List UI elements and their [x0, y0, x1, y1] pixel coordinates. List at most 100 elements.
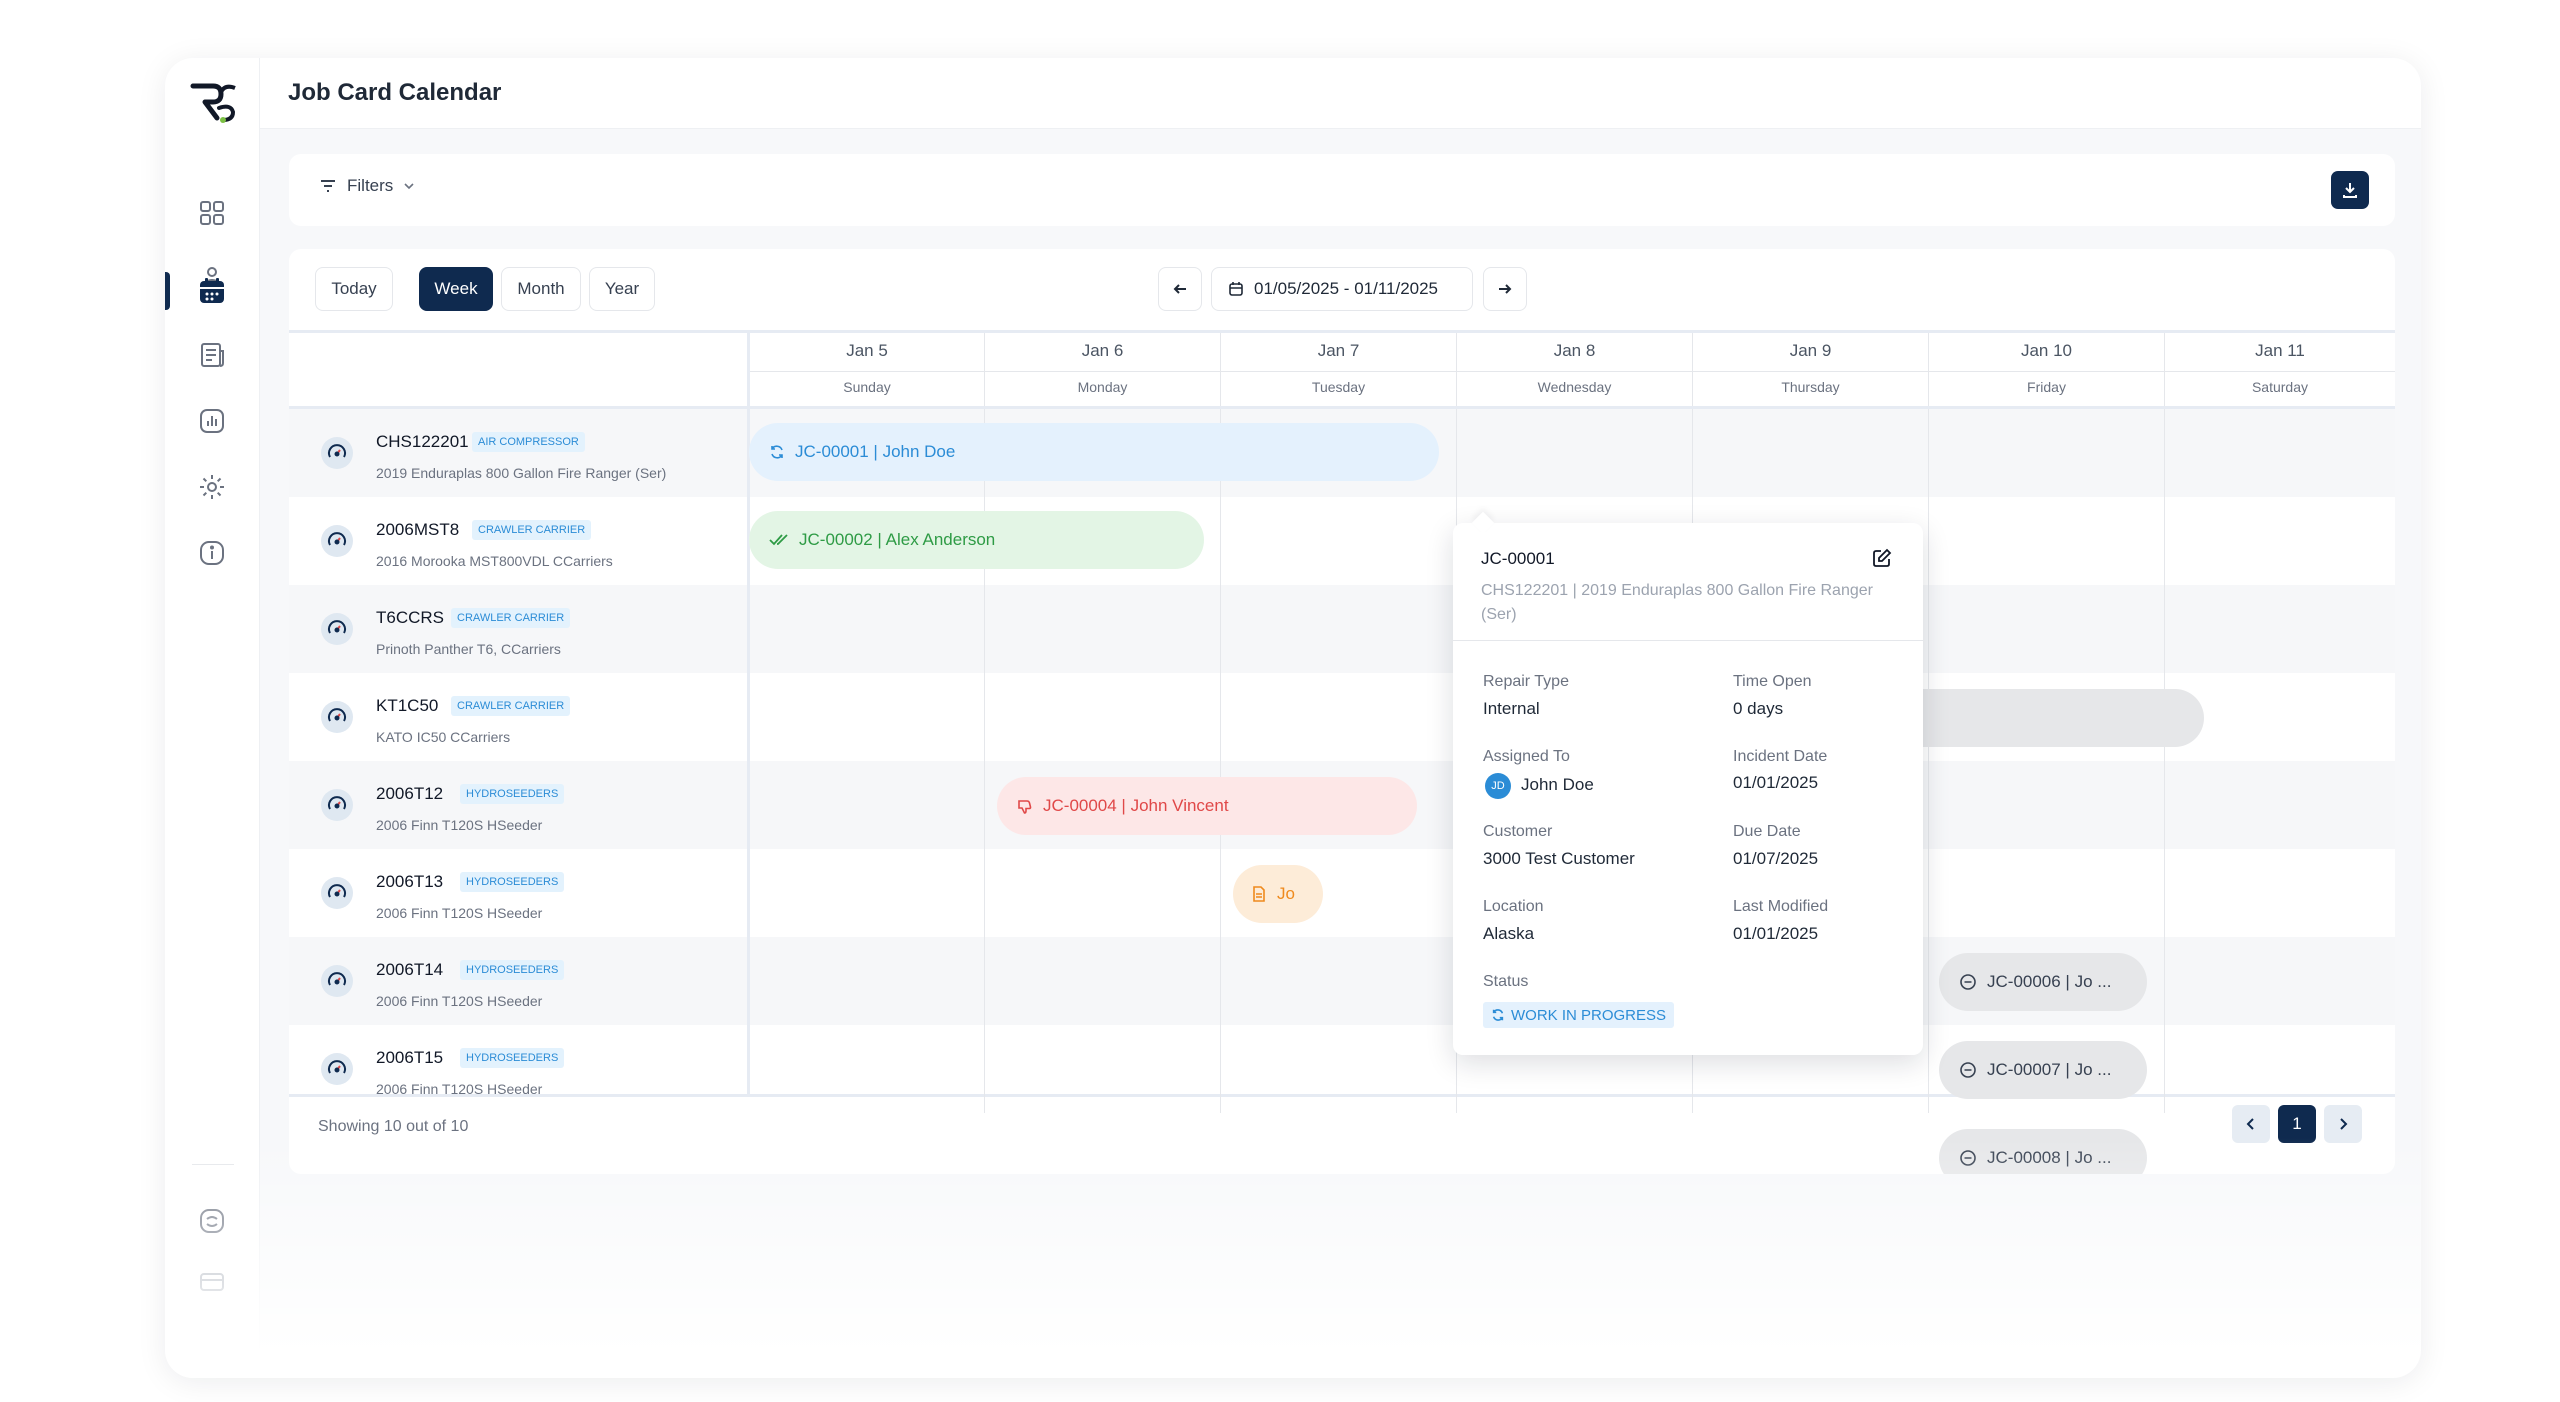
- popover-subtitle: CHS122201 | 2019 Enduraplas 800 Gallon F…: [1481, 582, 1873, 623]
- download-icon: [2343, 183, 2357, 198]
- nav-dashboard[interactable]: [179, 188, 245, 238]
- job-card-event[interactable]: Jo: [1233, 865, 1323, 923]
- app-window: Job Card Calendar Filters Today Week Mon…: [165, 58, 2421, 1378]
- previous-week-button[interactable]: [1158, 267, 1202, 311]
- day-header: Jan 5 Sunday: [749, 333, 984, 406]
- grid-column-line: [1928, 409, 1929, 497]
- grid-column-line: [1220, 497, 1221, 585]
- next-week-button[interactable]: [1483, 267, 1527, 311]
- field-label: Time Open: [1733, 673, 1812, 690]
- nav-divider: [192, 1164, 234, 1165]
- day-header: Jan 10 Friday: [1928, 333, 2164, 406]
- report-chart-icon: [200, 409, 224, 433]
- day-name: Saturday: [2251, 379, 2309, 395]
- day-name: Friday: [2027, 379, 2066, 395]
- gauge-icon: [321, 877, 353, 909]
- grid-column-line: [1220, 849, 1221, 937]
- day-name: Monday: [1077, 379, 1128, 395]
- resource-name: 2006MST8: [376, 520, 460, 539]
- calendar-grid: Jan 5 Sunday Jan 6 Monday Jan 7 Tuesday Jan…: [289, 330, 2395, 1174]
- incident-date-value: 01/01/2025: [1733, 773, 1819, 792]
- grid-column-line: [2164, 1025, 2165, 1113]
- grid-column-line: [1928, 761, 1929, 849]
- edit-button[interactable]: [1871, 547, 1895, 571]
- grid-column-line: [984, 937, 985, 1025]
- nav-settings[interactable]: [179, 462, 245, 512]
- nav-support[interactable]: [179, 1196, 245, 1246]
- pagination-prev-button[interactable]: [2232, 1105, 2270, 1143]
- resource-description: Prinoth Panther T6, CCarriers: [376, 641, 561, 657]
- resource-row[interactable]: 2006MST8 CRAWLER CARRIER 2016 Morooka MST8…: [289, 497, 2395, 585]
- info-icon: [200, 541, 224, 565]
- view-month-button[interactable]: Month: [501, 267, 581, 311]
- rs-logo[interactable]: [183, 74, 241, 132]
- nav-documents[interactable]: [179, 330, 245, 380]
- grid-column-line: [1220, 1025, 1221, 1113]
- assigned-to-value: John Doe: [1521, 775, 1594, 794]
- gauge-icon: [321, 613, 353, 645]
- edit-icon: [1873, 548, 1892, 567]
- nav-messages[interactable]: [179, 1258, 245, 1308]
- pagination-next-button[interactable]: [2324, 1105, 2362, 1143]
- job-card-event[interactable]: JC-00008 | Jo ...: [1939, 1129, 2147, 1174]
- sync-icon: [771, 445, 783, 459]
- grid-column-line: [984, 761, 985, 849]
- filters-button[interactable]: Filters: [319, 176, 415, 196]
- resource-row[interactable]: T6CCRS CRAWLER CARRIER Prinoth Panther T6,…: [289, 585, 2395, 673]
- gauge-icon: [321, 437, 353, 469]
- event-label: JC-00006 | Jo ...: [1987, 972, 2112, 991]
- chevron-right-icon: [2340, 1118, 2348, 1130]
- gauge-icon: [321, 789, 353, 821]
- job-card-event[interactable]: JC-00006 | Jo ...: [1939, 953, 2147, 1011]
- calendar-card: Today Week Month Year 01/05/2025 - 01/11…: [289, 249, 2395, 1174]
- event-label: Jo: [1277, 884, 1295, 903]
- field-label: Status: [1483, 973, 1529, 990]
- field-label: Last Modified: [1733, 898, 1829, 915]
- day-date: Jan 10: [2020, 341, 2073, 360]
- minus-circle-icon: [1960, 1150, 1976, 1166]
- event-label: JC-00002 | Alex Anderson: [799, 530, 996, 549]
- filters-label: Filters: [347, 176, 394, 195]
- job-card-event[interactable]: JC-00001 | John Doe: [749, 423, 1439, 481]
- grid-column-line: [1928, 585, 1929, 673]
- day-name: Wednesday: [1537, 379, 1612, 395]
- category-badge: HYDROSEEDERS: [460, 784, 565, 804]
- job-card-event[interactable]: JC-00004 | John Vincent: [997, 777, 1417, 835]
- header-separator: [749, 371, 2395, 372]
- nav-info[interactable]: [179, 528, 245, 578]
- job-card-event[interactable]: JC-00007 | Jo ...: [1939, 1041, 2147, 1099]
- resource-name: 2006T13: [376, 872, 444, 891]
- settings-gear-icon: [200, 475, 224, 499]
- view-today-button[interactable]: Today: [315, 267, 393, 311]
- field-label: Customer: [1483, 823, 1553, 840]
- date-range-picker[interactable]: 01/05/2025 - 01/11/2025: [1211, 267, 1473, 311]
- grid-column-line: [2164, 409, 2165, 497]
- day-name: Sunday: [843, 379, 891, 395]
- resource-row[interactable]: 2006T13 HYDROSEEDERS 2006 Finn T120S HSeed…: [289, 849, 2395, 937]
- double-check-icon: [769, 534, 788, 546]
- view-week-button[interactable]: Week: [419, 267, 493, 311]
- thumbs-down-icon: [1018, 800, 1032, 814]
- resource-description: 2006 Finn T120S HSeeder: [376, 993, 543, 1009]
- event-label: JC-00004 | John Vincent: [1043, 796, 1229, 815]
- resource-description: 2006 Finn T120S HSeeder: [376, 905, 543, 921]
- filter-icon: [321, 180, 335, 192]
- pagination-page-button[interactable]: 1: [2278, 1105, 2316, 1143]
- view-year-button[interactable]: Year: [589, 267, 655, 311]
- arrow-right-icon: [1499, 284, 1512, 294]
- grid-column-line: [984, 1025, 985, 1113]
- event-label: JC-00007 | Jo ...: [1987, 1060, 2112, 1079]
- grid-column-line: [1928, 849, 1929, 937]
- category-badge: HYDROSEEDERS: [460, 960, 565, 980]
- grid-column-line: [1220, 673, 1221, 761]
- nav-calendar[interactable]: [179, 266, 245, 316]
- nav-reports[interactable]: [179, 396, 245, 446]
- avatar: JD: [1485, 773, 1511, 799]
- message-icon: [200, 1273, 224, 1291]
- last-modified-value: 01/01/2025: [1733, 924, 1819, 943]
- job-card-event[interactable]: JC-00002 | Alex Anderson: [749, 511, 1204, 569]
- resource-description: 2019 Enduraplas 800 Gallon Fire Ranger (…: [376, 465, 667, 481]
- nav-active-indicator: [165, 272, 170, 310]
- arrow-left-icon: [1173, 284, 1186, 294]
- download-button[interactable]: [2331, 171, 2369, 209]
